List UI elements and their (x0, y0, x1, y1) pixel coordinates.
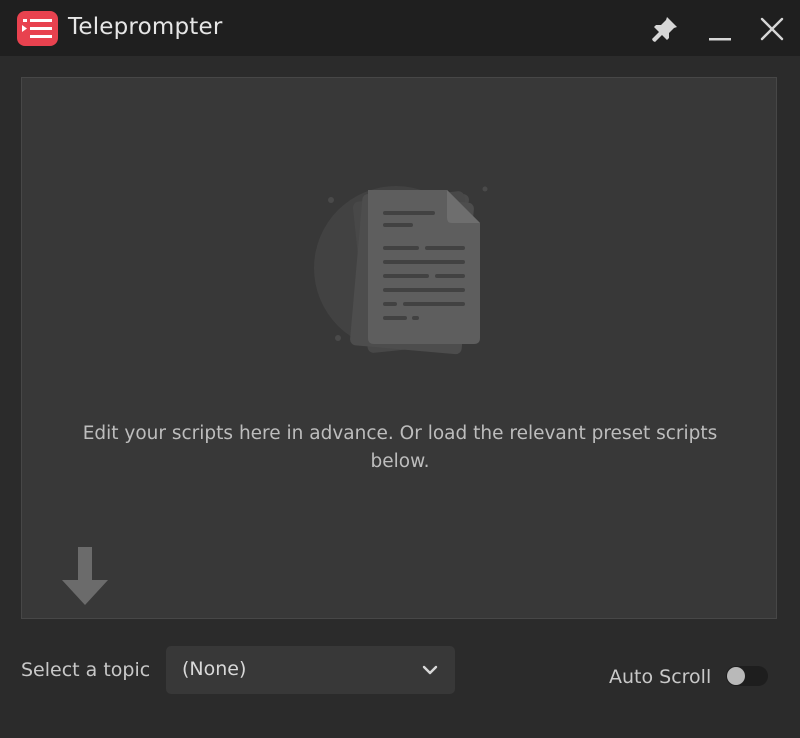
pin-button[interactable] (648, 12, 682, 46)
empty-state-hint: Edit your scripts here in advance. Or lo… (82, 423, 718, 472)
topic-label: Select a topic (21, 659, 151, 681)
minimize-button[interactable] (703, 12, 737, 46)
close-icon (760, 17, 784, 41)
topic-selected-value: (None) (182, 658, 247, 680)
auto-scroll-toggle[interactable] (726, 666, 768, 686)
close-button[interactable] (755, 12, 789, 46)
teleprompter-logo-icon (17, 11, 58, 46)
chevron-down-icon (422, 665, 438, 675)
window-title: Teleprompter (68, 14, 223, 40)
auto-scroll-label: Auto Scroll (609, 666, 712, 688)
toggle-knob (727, 667, 745, 685)
pin-icon (652, 17, 677, 42)
script-editor[interactable]: Edit your scripts here in advance. Or lo… (21, 77, 777, 619)
document-icon (314, 186, 488, 355)
arrow-down-icon (62, 547, 108, 605)
topic-dropdown[interactable]: (None) (166, 646, 455, 694)
minimize-icon (709, 38, 731, 41)
title-bar: Teleprompter (0, 0, 800, 56)
